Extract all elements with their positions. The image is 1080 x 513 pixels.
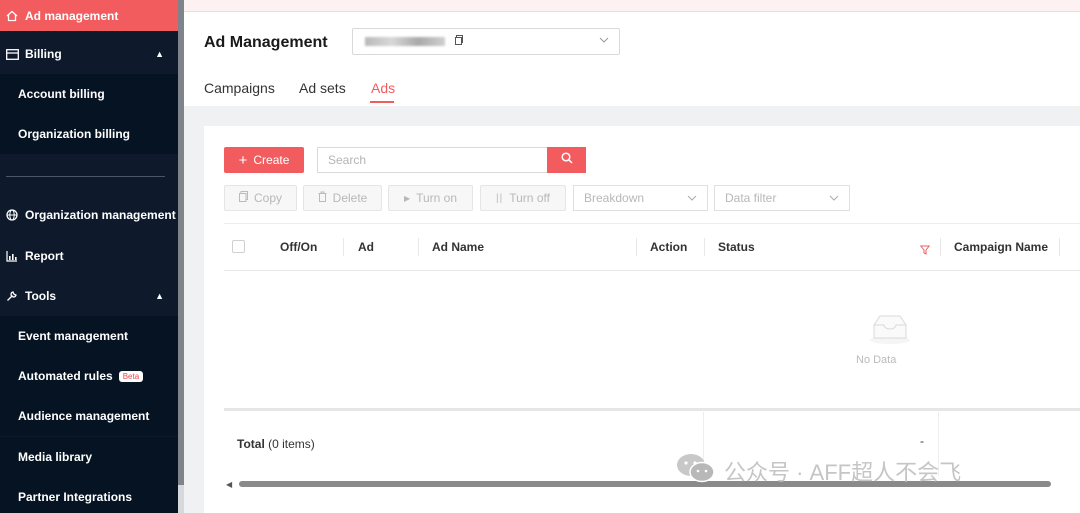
create-label: Create bbox=[253, 153, 290, 167]
home-icon bbox=[5, 9, 19, 23]
billing-icon bbox=[5, 47, 19, 61]
wrench-icon bbox=[5, 289, 19, 303]
chevron-up-icon[interactable]: ▲ bbox=[155, 291, 164, 301]
table-total: Total (0 items) bbox=[237, 437, 315, 451]
breakdown-select[interactable]: Breakdown bbox=[573, 185, 708, 211]
sidebar-item-label: Billing bbox=[25, 47, 62, 61]
column-header-ad-name[interactable]: Ad Name bbox=[432, 224, 484, 270]
sidebar-item-organization-management[interactable]: Organization management bbox=[0, 195, 178, 235]
column-divider bbox=[418, 238, 419, 256]
sidebar-item-label: Organization management bbox=[25, 208, 176, 222]
table-footer-divider bbox=[224, 408, 1080, 411]
data-filter-label: Data filter bbox=[725, 191, 777, 205]
create-button[interactable]: + Create bbox=[224, 147, 304, 173]
total-label: Total bbox=[237, 437, 265, 451]
breakdown-label: Breakdown bbox=[584, 191, 645, 205]
account-select[interactable] bbox=[352, 28, 620, 55]
search-icon bbox=[560, 151, 573, 169]
tab-ad-sets[interactable]: Ad sets bbox=[299, 80, 346, 96]
sidebar-item-ad-management[interactable]: Ad management bbox=[0, 0, 178, 31]
sidebar-item-tools[interactable]: Tools ▲ bbox=[0, 276, 178, 316]
sidebar-item-organization-billing[interactable]: Organization billing bbox=[0, 114, 178, 154]
delete-button[interactable]: Delete bbox=[303, 185, 382, 211]
column-divider bbox=[343, 238, 344, 256]
sidebar-item-label: Organization billing bbox=[18, 127, 130, 141]
search-input[interactable]: Search bbox=[317, 147, 547, 173]
column-header-off-on[interactable]: Off/On bbox=[280, 224, 317, 270]
active-tab-indicator bbox=[370, 101, 394, 103]
globe-icon bbox=[5, 208, 19, 222]
copy-icon[interactable] bbox=[455, 35, 463, 48]
sidebar-item-media-library[interactable]: Media library bbox=[0, 437, 178, 477]
sidebar-item-account-billing[interactable]: Account billing bbox=[0, 74, 178, 114]
delete-label: Delete bbox=[332, 191, 368, 205]
column-divider bbox=[1059, 238, 1060, 256]
sidebar-divider bbox=[6, 176, 165, 177]
sidebar-item-audience-management[interactable]: Audience management bbox=[0, 396, 178, 436]
sidebar-item-partner-integrations[interactable]: Partner Integrations bbox=[0, 477, 178, 513]
column-divider bbox=[704, 238, 705, 256]
sidebar-item-billing[interactable]: Billing ▲ bbox=[0, 34, 178, 74]
search-button[interactable] bbox=[547, 147, 586, 173]
select-all-checkbox[interactable] bbox=[232, 240, 245, 253]
chevron-down-icon bbox=[599, 35, 609, 46]
turn-on-button[interactable]: ▶ Turn on bbox=[388, 185, 473, 211]
sidebar-item-report[interactable]: Report bbox=[0, 236, 178, 276]
sidebar-item-label: Automated rules bbox=[18, 369, 113, 383]
page-title: Ad Management bbox=[204, 34, 328, 51]
trash-icon bbox=[318, 191, 327, 205]
sidebar-item-label: Event management bbox=[18, 329, 129, 343]
watermark: 公众号 · AFF超人不会飞 bbox=[676, 452, 961, 490]
bar-chart-icon bbox=[5, 249, 19, 263]
watermark-text: 公众号 · AFF超人不会飞 bbox=[724, 460, 962, 485]
sidebar-item-label: Tools bbox=[25, 289, 57, 303]
sidebar-item-label: Report bbox=[25, 249, 64, 263]
pause-icon: || bbox=[496, 192, 504, 204]
chevron-up-icon[interactable]: ▲ bbox=[155, 49, 164, 59]
total-count: (0 items) bbox=[268, 437, 315, 451]
chevron-down-icon bbox=[687, 186, 697, 220]
chevron-down-icon bbox=[829, 186, 839, 220]
sidebar-item-automated-rules[interactable]: Automated rules Beta bbox=[0, 356, 178, 396]
page-header: Ad Management Campaigns Ad sets Ads bbox=[184, 12, 1080, 106]
data-filter-select[interactable]: Data filter bbox=[714, 185, 850, 211]
table-header: Off/On Ad Ad Name Action Status Campaign… bbox=[224, 223, 1080, 271]
copy-label: Copy bbox=[253, 191, 282, 205]
notice-strip bbox=[184, 0, 1080, 12]
account-name-redacted bbox=[365, 37, 445, 46]
plus-icon: + bbox=[238, 151, 248, 169]
sidebar-item-label: Ad management bbox=[25, 8, 119, 23]
sidebar-item-label: Account billing bbox=[18, 87, 105, 101]
copy-icon bbox=[238, 191, 248, 205]
beta-badge: Beta bbox=[118, 370, 144, 382]
column-header-campaign-name[interactable]: Campaign Name bbox=[954, 224, 1048, 270]
tab-campaigns[interactable]: Campaigns bbox=[204, 80, 275, 96]
empty-box-icon bbox=[868, 311, 912, 350]
play-icon: ▶ bbox=[403, 193, 411, 203]
copy-button[interactable]: Copy bbox=[224, 185, 297, 211]
sidebar-item-label: Audience management bbox=[18, 409, 150, 423]
filter-icon[interactable] bbox=[919, 242, 931, 260]
column-header-status[interactable]: Status bbox=[718, 224, 755, 270]
sidebar-item-label: Partner Integrations bbox=[18, 490, 133, 504]
tab-ads[interactable]: Ads bbox=[371, 80, 395, 96]
sidebar-item-label: Media library bbox=[18, 450, 93, 464]
search-placeholder: Search bbox=[328, 153, 367, 167]
sidebar-item-event-management[interactable]: Event management bbox=[0, 316, 178, 356]
column-divider bbox=[940, 238, 941, 256]
column-header-ad[interactable]: Ad bbox=[358, 224, 374, 270]
turn-off-button[interactable]: || Turn off bbox=[480, 185, 566, 211]
column-header-action[interactable]: Action bbox=[650, 224, 687, 270]
summary-value: - bbox=[920, 434, 924, 448]
turn-on-label: Turn on bbox=[416, 191, 458, 205]
sidebar: Ad management Billing ▲ Account billing … bbox=[0, 0, 178, 513]
turn-off-label: Turn off bbox=[509, 191, 550, 205]
wechat-icon bbox=[676, 452, 716, 490]
scroll-left-icon[interactable]: ◀ bbox=[226, 480, 232, 489]
empty-state-text: No Data bbox=[856, 354, 897, 366]
column-divider bbox=[636, 238, 637, 256]
